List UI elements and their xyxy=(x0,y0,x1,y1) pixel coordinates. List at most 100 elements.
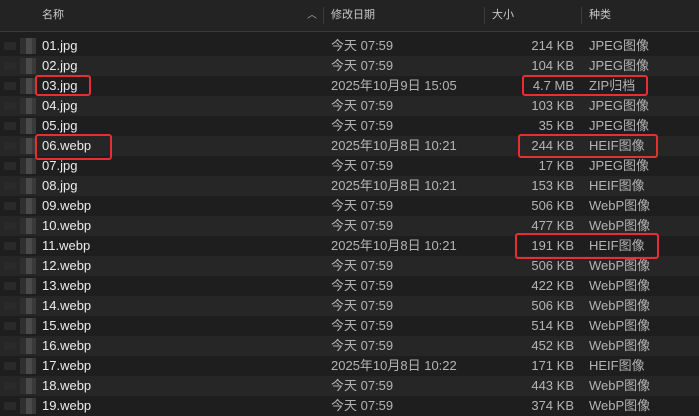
file-kind: WebP图像 xyxy=(589,198,651,213)
file-thumbnail-icon xyxy=(20,398,36,414)
file-thumbnail-icon xyxy=(20,298,36,314)
column-divider[interactable] xyxy=(323,7,324,24)
file-size: 514 KB xyxy=(531,318,574,333)
file-kind: HEIF图像 xyxy=(589,178,645,193)
file-row[interactable]: 14.webp 今天 07:59 506 KB WebP图像 xyxy=(0,296,699,316)
blurred-edge xyxy=(4,142,16,150)
file-date: 2025年10月8日 10:21 xyxy=(331,138,457,153)
blurred-edge xyxy=(4,342,16,350)
file-kind: WebP图像 xyxy=(589,378,651,393)
column-divider[interactable] xyxy=(581,7,582,24)
file-kind: HEIF图像 xyxy=(589,238,645,253)
column-divider[interactable] xyxy=(484,7,485,24)
file-thumbnail-icon xyxy=(20,218,36,234)
file-kind: JPEG图像 xyxy=(589,118,649,133)
file-row[interactable]: 18.webp 今天 07:59 443 KB WebP图像 xyxy=(0,376,699,396)
blurred-edge xyxy=(4,62,16,70)
file-thumbnail-icon xyxy=(20,318,36,334)
file-name: 05.jpg xyxy=(42,118,78,133)
file-date: 今天 07:59 xyxy=(331,258,394,273)
file-thumbnail-icon xyxy=(20,78,36,94)
file-date: 今天 07:59 xyxy=(331,278,394,293)
file-list: 01.jpg 今天 07:59 214 KB JPEG图像 02.jpg 今天 07:59… xyxy=(0,36,699,416)
blurred-edge xyxy=(4,82,16,90)
file-size: 4.7 MB xyxy=(532,78,574,93)
blurred-edge xyxy=(4,402,16,410)
blurred-edge xyxy=(4,182,16,190)
blurred-edge xyxy=(4,222,16,230)
blurred-edge xyxy=(4,102,16,110)
file-date: 今天 07:59 xyxy=(331,158,394,173)
file-row[interactable]: 10.webp 今天 07:59 477 KB WebP图像 xyxy=(0,216,699,236)
file-thumbnail-icon xyxy=(20,38,36,54)
file-date: 2025年10月9日 15:05 xyxy=(331,78,457,93)
file-thumbnail-icon xyxy=(20,158,36,174)
file-date: 今天 07:59 xyxy=(331,38,394,53)
file-size: 35 KB xyxy=(538,118,574,133)
file-kind: WebP图像 xyxy=(589,258,651,273)
file-size: 244 KB xyxy=(531,138,574,153)
file-row[interactable]: 08.jpg 2025年10月8日 10:21 153 KB HEIF图像 xyxy=(0,176,699,196)
file-date: 今天 07:59 xyxy=(331,318,394,333)
blurred-edge xyxy=(4,202,16,210)
file-row[interactable]: 04.jpg 今天 07:59 103 KB JPEG图像 xyxy=(0,96,699,116)
file-row[interactable]: 19.webp 今天 07:59 374 KB WebP图像 xyxy=(0,396,699,416)
column-header-name[interactable]: 名称 xyxy=(42,0,64,31)
file-row[interactable]: 11.webp 2025年10月8日 10:21 191 KB HEIF图像 xyxy=(0,236,699,256)
file-size: 171 KB xyxy=(531,358,574,373)
blurred-edge xyxy=(4,242,16,250)
file-size: 191 KB xyxy=(531,238,574,253)
column-header-date[interactable]: 修改日期 xyxy=(331,0,375,31)
file-row[interactable]: 16.webp 今天 07:59 452 KB WebP图像 xyxy=(0,336,699,356)
file-name: 12.webp xyxy=(42,258,92,273)
column-header-size[interactable]: 大小 xyxy=(492,0,514,31)
file-size: 374 KB xyxy=(531,398,574,413)
file-row[interactable]: 05.jpg 今天 07:59 35 KB JPEG图像 xyxy=(0,116,699,136)
file-date: 2025年10月8日 10:21 xyxy=(331,178,457,193)
file-row[interactable]: 17.webp 2025年10月8日 10:22 171 KB HEIF图像 xyxy=(0,356,699,376)
file-kind: JPEG图像 xyxy=(589,38,649,53)
file-name: 10.webp xyxy=(42,218,92,233)
file-date: 今天 07:59 xyxy=(331,58,394,73)
file-row[interactable]: 06.webp 2025年10月8日 10:21 244 KB HEIF图像 xyxy=(0,136,699,156)
file-row[interactable]: 13.webp 今天 07:59 422 KB WebP图像 xyxy=(0,276,699,296)
file-kind: JPEG图像 xyxy=(589,158,649,173)
file-thumbnail-icon xyxy=(20,138,36,154)
file-size: 422 KB xyxy=(531,278,574,293)
blurred-edge xyxy=(4,382,16,390)
file-row[interactable]: 03.jpg 2025年10月9日 15:05 4.7 MB ZIP归档 xyxy=(0,76,699,96)
blurred-edge xyxy=(4,282,16,290)
file-size: 477 KB xyxy=(531,218,574,233)
file-name: 19.webp xyxy=(42,398,92,413)
file-date: 2025年10月8日 10:21 xyxy=(331,238,457,253)
blurred-edge xyxy=(4,262,16,270)
file-row[interactable]: 01.jpg 今天 07:59 214 KB JPEG图像 xyxy=(0,36,699,56)
file-date: 今天 07:59 xyxy=(331,298,394,313)
file-row[interactable]: 09.webp 今天 07:59 506 KB WebP图像 xyxy=(0,196,699,216)
file-size: 506 KB xyxy=(531,198,574,213)
file-date: 今天 07:59 xyxy=(331,398,394,413)
file-row[interactable]: 02.jpg 今天 07:59 104 KB JPEG图像 xyxy=(0,56,699,76)
file-name: 13.webp xyxy=(42,278,92,293)
file-thumbnail-icon xyxy=(20,378,36,394)
file-size: 103 KB xyxy=(531,98,574,113)
file-name: 14.webp xyxy=(42,298,92,313)
file-name: 07.jpg xyxy=(42,158,78,173)
file-kind: HEIF图像 xyxy=(589,358,645,373)
column-header-kind[interactable]: 种类 xyxy=(589,0,611,31)
file-size: 443 KB xyxy=(531,378,574,393)
chevron-up-icon[interactable]: ︿ xyxy=(307,0,317,31)
file-thumbnail-icon xyxy=(20,358,36,374)
file-size: 17 KB xyxy=(538,158,574,173)
file-row[interactable]: 15.webp 今天 07:59 514 KB WebP图像 xyxy=(0,316,699,336)
file-name: 06.webp xyxy=(42,138,92,153)
file-name: 16.webp xyxy=(42,338,92,353)
file-row[interactable]: 07.jpg 今天 07:59 17 KB JPEG图像 xyxy=(0,156,699,176)
file-row[interactable]: 12.webp 今天 07:59 506 KB WebP图像 xyxy=(0,256,699,276)
file-date: 今天 07:59 xyxy=(331,98,394,113)
file-kind: WebP图像 xyxy=(589,298,651,313)
blurred-edge xyxy=(4,322,16,330)
file-thumbnail-icon xyxy=(20,98,36,114)
file-kind: ZIP归档 xyxy=(589,78,636,93)
blurred-edge xyxy=(4,302,16,310)
